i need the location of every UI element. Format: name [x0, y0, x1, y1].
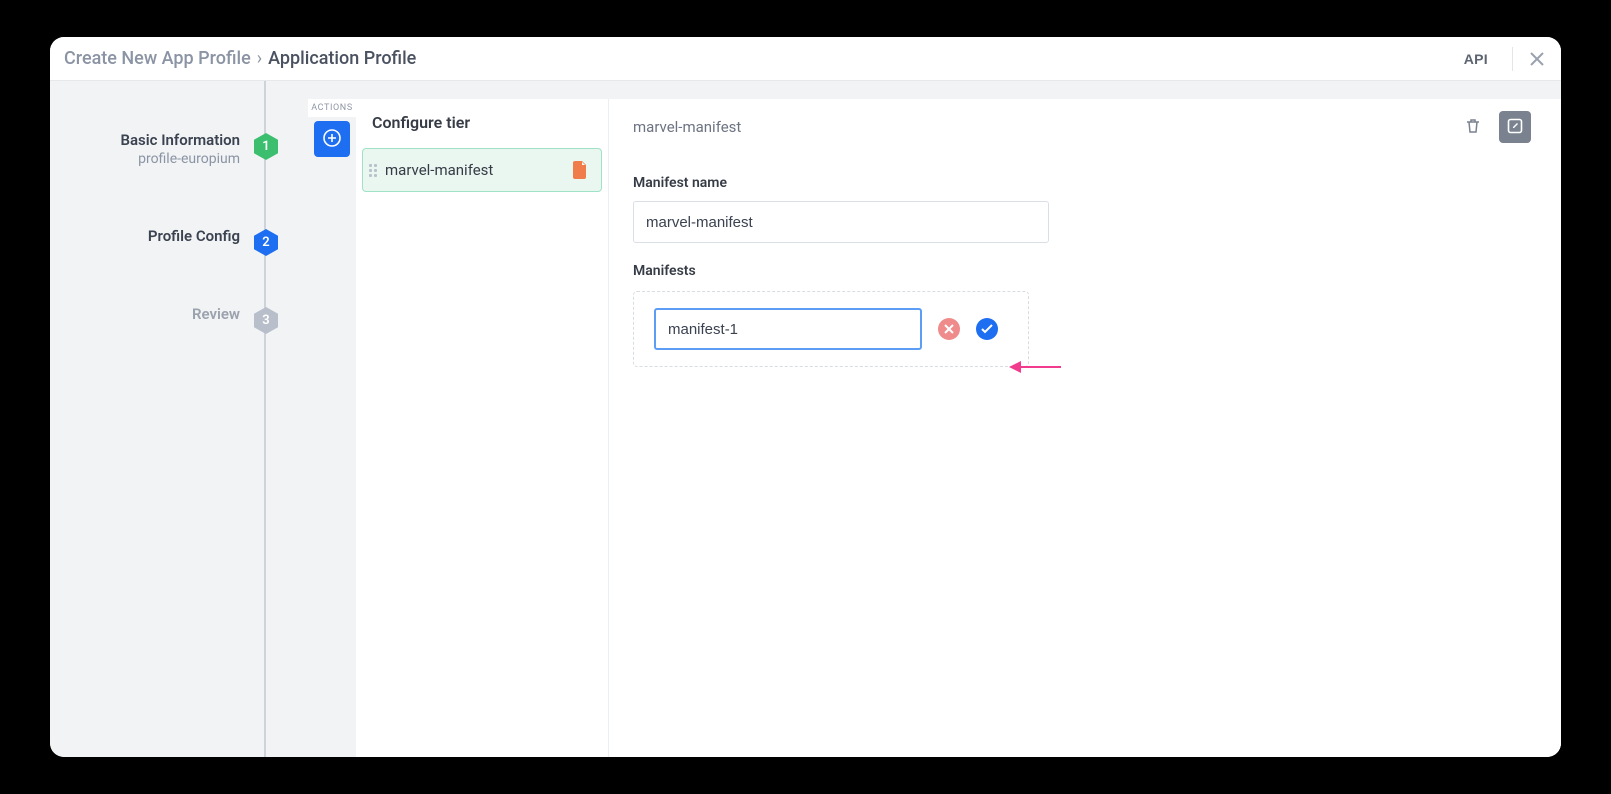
x-icon — [944, 322, 954, 337]
wizard-steps: Basic Information profile-europium 1 Pro… — [50, 81, 308, 757]
breadcrumb-separator: › — [257, 48, 262, 69]
manifest-file-icon — [569, 159, 591, 181]
cancel-manifest-button[interactable] — [938, 318, 960, 340]
step-basic-information[interactable]: Basic Information profile-europium 1 — [50, 131, 308, 167]
breadcrumb-root[interactable]: Create New App Profile — [64, 48, 251, 69]
step-badge: 3 — [254, 307, 278, 334]
breadcrumb-current: Application Profile — [268, 48, 416, 69]
actions-column: ACTIONS — [308, 99, 356, 757]
tier-item-name: marvel-manifest — [385, 161, 569, 179]
callout-arrow-icon — [1009, 361, 1061, 373]
tier-item[interactable]: marvel-manifest — [362, 148, 602, 192]
step-title: Basic Information — [120, 131, 240, 149]
check-icon — [981, 322, 993, 337]
edit-button[interactable] — [1499, 111, 1531, 143]
manifests-container — [633, 291, 1029, 367]
manifests-label: Manifests — [633, 263, 1537, 279]
configure-tier-panel: Configure tier marvel-manifest — [356, 99, 608, 757]
manifest-name-input[interactable] — [633, 201, 1049, 243]
step-badge: 2 — [254, 229, 278, 256]
step-subtitle: profile-europium — [120, 151, 240, 167]
panel-title: marvel-manifest — [633, 118, 741, 136]
manifest-entry-input[interactable] — [654, 308, 922, 350]
step-review[interactable]: Review 3 — [50, 305, 308, 323]
step-title: Profile Config — [148, 227, 240, 245]
tier-detail-panel: marvel-manifest — [608, 99, 1561, 757]
drag-handle-icon[interactable] — [369, 164, 377, 177]
divider — [1512, 47, 1513, 71]
api-button[interactable]: API — [1454, 47, 1498, 71]
edit-icon — [1507, 118, 1523, 137]
dialog-header: Create New App Profile › Application Pro… — [50, 37, 1561, 81]
configure-tier-heading: Configure tier — [356, 99, 608, 146]
confirm-manifest-button[interactable] — [976, 318, 998, 340]
step-profile-config[interactable]: Profile Config 2 — [50, 227, 308, 245]
manifest-name-label: Manifest name — [633, 175, 1537, 191]
app-profile-dialog: Create New App Profile › Application Pro… — [50, 37, 1561, 757]
close-icon[interactable] — [1527, 49, 1547, 69]
add-tier-button[interactable] — [314, 121, 350, 157]
step-title: Review — [192, 305, 240, 323]
trash-icon — [1464, 117, 1482, 138]
actions-label: ACTIONS — [308, 99, 356, 117]
plus-circle-icon — [322, 128, 342, 151]
delete-button[interactable] — [1457, 111, 1489, 143]
step-badge: 1 — [254, 133, 278, 160]
